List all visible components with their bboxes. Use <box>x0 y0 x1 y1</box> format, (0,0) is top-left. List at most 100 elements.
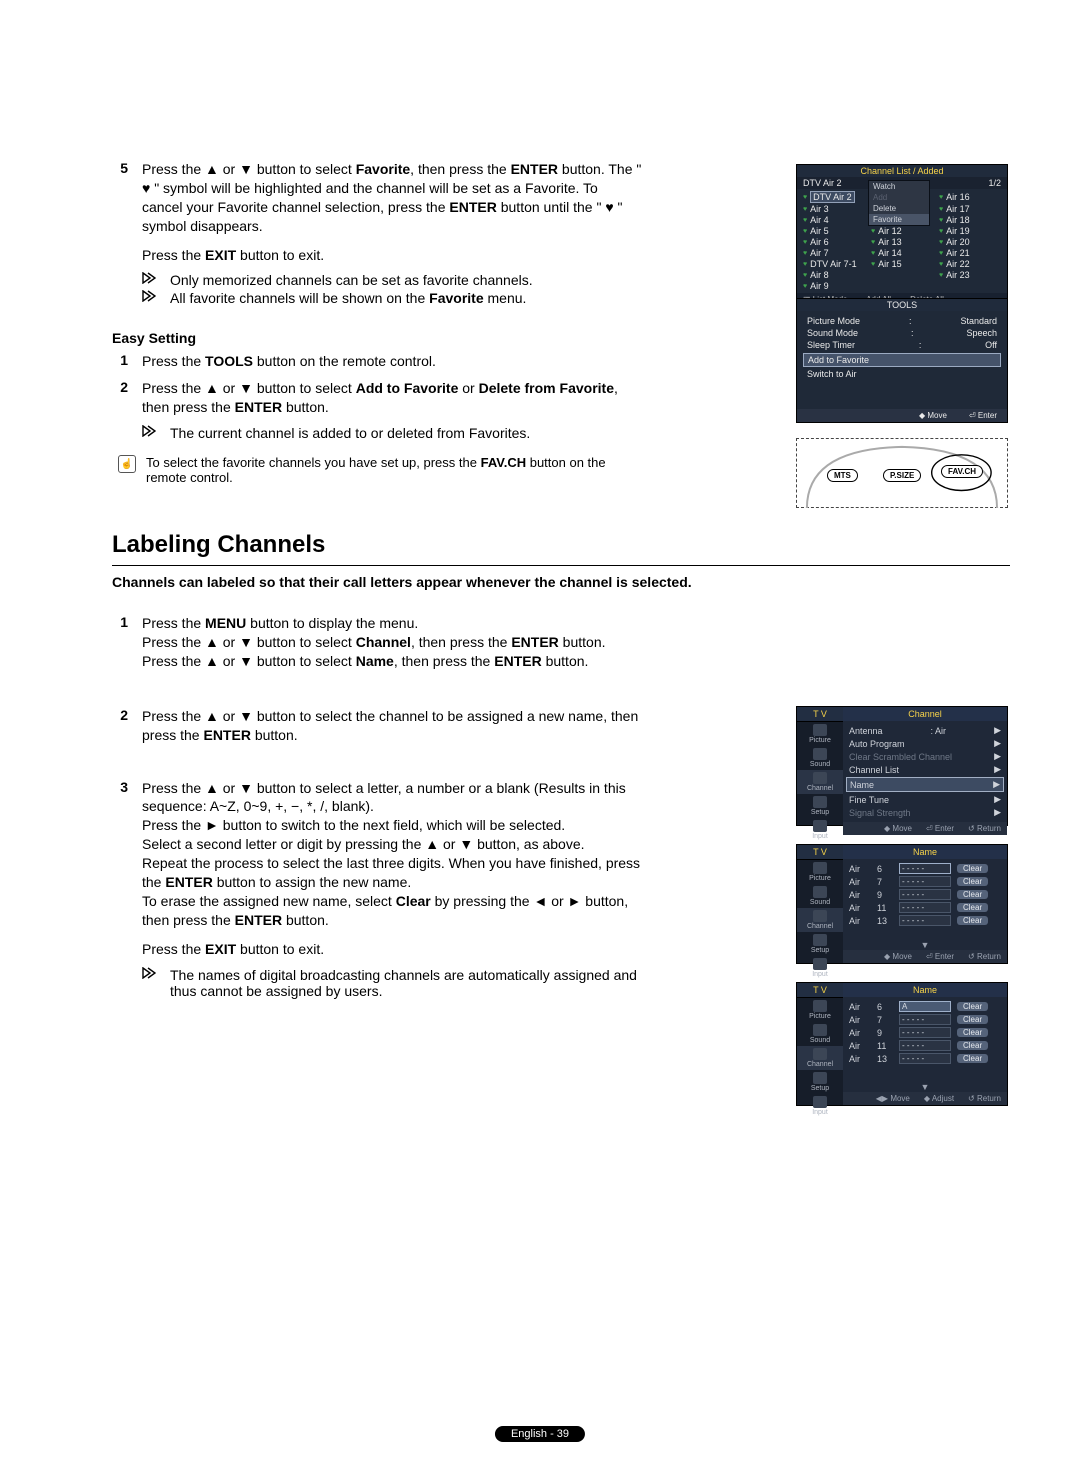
kw-tools: TOOLS <box>205 353 253 369</box>
osd-title: Channel List / Added <box>797 165 1007 177</box>
kw-enter: ENTER <box>203 727 250 743</box>
channel-popup: Watch Add Delete Favorite <box>868 180 930 226</box>
t: Return <box>977 1094 1001 1103</box>
step-number: 2 <box>112 379 128 417</box>
step-number: 2 <box>112 707 128 745</box>
t: button. <box>282 912 329 928</box>
popup-item: Watch <box>869 181 929 192</box>
note-text: Only memorized channels can be set as fa… <box>170 272 533 288</box>
screenshot-menu-name-list: T V PictureSoundChannelSetupInput Name A… <box>796 844 1008 964</box>
channel-cell: ♥Air 14 <box>871 248 933 258</box>
channel-cell: ♥Air 18 <box>939 215 1001 225</box>
t: Move <box>892 824 912 833</box>
divider <box>112 565 1010 566</box>
screenshot-menu-name-edit: T V PictureSoundChannelSetupInput Name A… <box>796 982 1008 1106</box>
menu-tab: Channel <box>797 908 843 932</box>
chevron-icon <box>142 290 162 306</box>
t: Speech <box>966 328 997 338</box>
text: Press the ▲ or ▼ button to select <box>142 161 356 177</box>
t: Move <box>892 952 912 961</box>
section-title: Labeling Channels <box>112 531 1010 559</box>
kw-add-fav: Add to Favorite <box>356 380 459 396</box>
menu-title: Channel <box>843 707 1007 721</box>
name-row: Air13- - - - -Clear <box>849 914 1001 927</box>
t: Picture Mode <box>807 316 860 326</box>
page-number: English - 39 <box>495 1426 585 1442</box>
tools-body: Picture Mode:Standard Sound Mode:Speech … <box>797 311 1007 409</box>
t: button. <box>542 653 589 669</box>
channel-cell: ♥Air 5 <box>803 226 865 236</box>
screenshot-tools: TOOLS Picture Mode:Standard Sound Mode:S… <box>796 298 1008 423</box>
t: button. <box>282 399 329 415</box>
step-body: Press the ▲ or ▼ button to select Favori… <box>142 160 642 264</box>
t: Switch to Air <box>807 369 997 379</box>
channel-cell: ♥Air 12 <box>871 226 933 236</box>
tv-label: T V <box>797 983 843 998</box>
menu-title: Name <box>843 845 1007 859</box>
menu-tab: Picture <box>797 722 843 746</box>
menu-tab: Picture <box>797 998 843 1022</box>
t: button to assign the new name. <box>213 874 411 890</box>
t: Move <box>890 1094 910 1103</box>
kw-enter: ENTER <box>235 399 282 415</box>
tools-highlight: Add to Favorite <box>803 353 1001 367</box>
kw-enter: ENTER <box>235 912 282 928</box>
t: Press the ▲ or ▼ button to select <box>142 653 356 669</box>
channel-cell: ♥DTV Air 2 <box>803 191 865 203</box>
channel-cell: ♥Air 13 <box>871 237 933 247</box>
channel-cell: ♥Air 16 <box>939 191 1001 203</box>
kw-enter: ENTER <box>494 653 541 669</box>
chevron-icon <box>142 425 162 441</box>
menu-tab: Channel <box>797 770 843 794</box>
heart-icon: ♥ <box>605 199 613 215</box>
channel-cell: ♥Air 21 <box>939 248 1001 258</box>
t: button to display the menu. <box>246 615 418 631</box>
screenshot-menu-channel: T V PictureSoundChannelSetupInput Channe… <box>796 706 1008 826</box>
t: Enter <box>978 411 997 420</box>
t: Sleep Timer <box>807 340 855 350</box>
text: button. The " <box>558 161 641 177</box>
channel-cell: ♥Air 3 <box>803 204 865 214</box>
menu-tab: Sound <box>797 1022 843 1046</box>
t: Press the ▲ or ▼ button to select <box>142 380 356 396</box>
menu-row: Auto Program▶ <box>849 737 1001 750</box>
t: Return <box>977 824 1001 833</box>
menu-tab: Input <box>797 818 843 842</box>
channel-cell <box>939 281 1001 291</box>
menu-row: Fine Tune▶ <box>849 793 1001 806</box>
t: Standard <box>960 316 997 326</box>
step-body: Press the ▲ or ▼ button to select Add to… <box>142 379 642 417</box>
t: Press the ▲ or ▼ button to select <box>142 634 356 650</box>
remote-mts-button: MTS <box>827 469 858 482</box>
popup-item: Delete <box>869 203 929 214</box>
menu-tab: Sound <box>797 884 843 908</box>
text: button until the " <box>497 199 606 215</box>
menu-tabs: T V PictureSoundChannelSetupInput <box>797 707 843 825</box>
channel-cell: ♥Air 15 <box>871 259 933 269</box>
t: button to exit. <box>236 941 324 957</box>
page-indicator: 1/2 <box>988 178 1001 188</box>
kw-del-fav: Delete from Favorite <box>479 380 614 396</box>
osd-footer: ◆ Move ⏎ Enter ↺ Return <box>843 950 1007 963</box>
menu-tab: Input <box>797 956 843 980</box>
t: To select the favorite channels you have… <box>146 455 481 470</box>
name-row: Air11- - - - -Clear <box>849 1039 1001 1052</box>
t: button. <box>251 727 298 743</box>
t: Select a second letter or digit by press… <box>142 836 585 852</box>
menu-tab: Setup <box>797 794 843 818</box>
step-body: Press the TOOLS button on the remote con… <box>142 352 642 371</box>
channel-cell <box>871 281 933 291</box>
text: Press the <box>142 247 205 263</box>
text: , then press the <box>410 161 510 177</box>
channel-cell: ♥Air 17 <box>939 204 1001 214</box>
t: menu. <box>484 290 527 306</box>
t: , then press the <box>394 653 494 669</box>
info-text: To select the favorite channels you have… <box>146 455 636 485</box>
popup-item-selected: Favorite <box>869 214 929 225</box>
channel-cell: ♥DTV Air 7-1 <box>803 259 865 269</box>
kw-enter: ENTER <box>449 199 496 215</box>
step-number: 1 <box>112 352 128 371</box>
t: Press the ► button to switch to the next… <box>142 817 565 833</box>
channel-cell: ♥Air 23 <box>939 270 1001 280</box>
name-row: Air9- - - - -Clear <box>849 1026 1001 1039</box>
